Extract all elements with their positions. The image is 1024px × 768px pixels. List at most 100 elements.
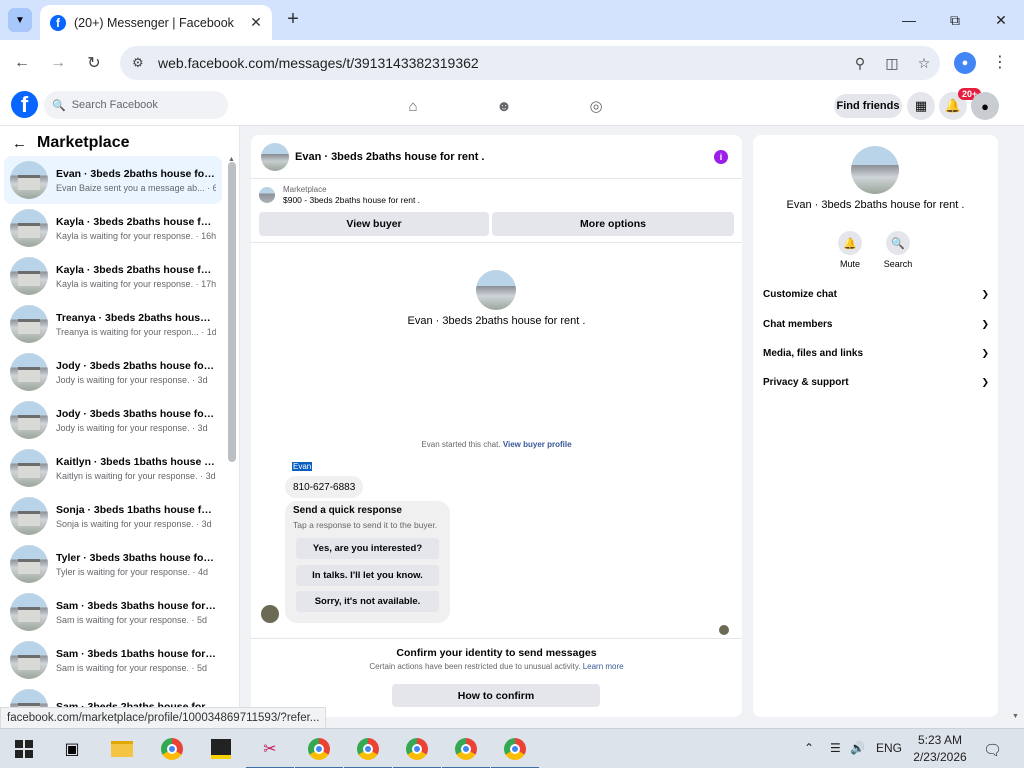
scroll-down-arrow-icon[interactable]: ▼ xyxy=(1012,713,1019,720)
window-close-button[interactable]: ✕ xyxy=(978,0,1024,40)
friends-icon[interactable]: ☻ xyxy=(494,96,514,116)
divider xyxy=(251,638,742,639)
back-arrow-icon[interactable]: ← xyxy=(9,50,35,76)
notifications-icon[interactable]: 🗨 xyxy=(983,741,1002,759)
language-indicator[interactable]: ENG xyxy=(876,741,902,755)
chrome-icon[interactable] xyxy=(491,735,539,768)
conversation-name: Kaitlyn · 3beds 1baths house fo... xyxy=(56,455,216,468)
search-action[interactable]: 🔍 Search xyxy=(878,231,918,269)
conversation-item[interactable]: Kayla · 3beds 2baths house for ... Kayla … xyxy=(4,204,222,252)
conversation-list: Evan · 3beds 2baths house for r... Evan B… xyxy=(4,156,222,728)
quick-response-button[interactable]: Sorry, it's not available. xyxy=(296,591,439,612)
conversation-item[interactable]: Jody · 3beds 3baths house for r... Jody i… xyxy=(4,396,222,444)
clock-date: 2/23/2026 xyxy=(913,750,967,764)
confirm-identity-title: Confirm your identity to send messages xyxy=(396,647,597,659)
sidebar-scrollbar[interactable] xyxy=(228,162,236,462)
chat-center-name: Evan · 3beds 2baths house for rent . xyxy=(407,315,586,327)
tab-title: (20+) Messenger | Facebook xyxy=(74,15,234,30)
conversation-item[interactable]: Kaitlyn · 3beds 1baths house fo... Kaitly… xyxy=(4,444,222,492)
windows-start-icon[interactable] xyxy=(10,735,38,763)
groups-icon[interactable]: ◎ xyxy=(586,96,606,116)
forward-arrow-icon[interactable]: → xyxy=(45,50,71,76)
url-text[interactable]: web.facebook.com/messages/t/391314338231… xyxy=(158,55,844,71)
conversation-avatar xyxy=(10,161,48,199)
conversation-item[interactable]: Jody · 3beds 2baths house for r... Jody i… xyxy=(4,348,222,396)
bookmark-star-icon[interactable]: ☆ xyxy=(908,55,940,72)
chat-title[interactable]: Evan · 3beds 2baths house for rent . xyxy=(295,151,714,163)
learn-more-link[interactable]: Learn more xyxy=(583,662,624,671)
divider xyxy=(251,242,742,243)
system-clock[interactable]: 5:23 AM 2/23/2026 xyxy=(900,732,980,766)
view-buyer-button[interactable]: View buyer xyxy=(259,212,489,236)
chrome-icon[interactable] xyxy=(344,735,392,768)
more-options-button[interactable]: More options xyxy=(492,212,734,236)
snipping-tool-icon[interactable]: ✂ xyxy=(246,735,294,768)
conversation-name: Tyler · 3beds 3baths house for ... xyxy=(56,551,216,564)
quick-response-button[interactable]: In talks. I'll let you know. xyxy=(296,565,439,586)
minimize-button[interactable]: — xyxy=(886,0,932,40)
conversation-item[interactable]: Treanya · 3beds 2baths house f... Treanya… xyxy=(4,300,222,348)
browser-tab[interactable]: f (20+) Messenger | Facebook ✕ xyxy=(40,5,272,40)
menu-label: Media, files and links xyxy=(763,347,864,359)
restore-button[interactable]: ⧉ xyxy=(932,0,978,40)
conversation-item[interactable]: Sam · 3beds 3baths house for r... Sam is … xyxy=(4,588,222,636)
chrome-icon[interactable] xyxy=(295,735,343,768)
find-friends-button[interactable]: Find friends xyxy=(834,94,902,118)
sender-name: Evan xyxy=(292,462,313,471)
mute-action[interactable]: 🔔 Mute xyxy=(830,231,870,269)
task-view-icon[interactable]: ▣ xyxy=(58,735,86,763)
install-app-icon[interactable]: ◫ xyxy=(876,55,908,72)
file-explorer-icon[interactable] xyxy=(108,735,136,763)
quick-response-button[interactable]: Yes, are you interested? xyxy=(296,538,439,559)
profile-avatar-icon[interactable]: ● xyxy=(954,52,976,74)
wifi-icon[interactable]: ☰ xyxy=(830,741,841,755)
account-avatar-icon[interactable]: ● xyxy=(971,92,999,120)
sticky-notes-icon[interactable] xyxy=(207,735,235,763)
chrome-icon[interactable] xyxy=(442,735,490,768)
info-icon[interactable]: i xyxy=(714,149,728,164)
view-buyer-profile-link[interactable]: View buyer profile xyxy=(503,440,572,449)
chrome-icon[interactable] xyxy=(158,735,186,763)
home-icon[interactable]: ⌂ xyxy=(403,96,423,116)
customize-chat-item[interactable]: Customize chat ❯ xyxy=(763,283,989,305)
volume-icon[interactable]: 🔊 xyxy=(850,741,865,755)
chat-info-panel: Evan · 3beds 2baths house for rent . 🔔 M… xyxy=(753,135,998,717)
chat-members-item[interactable]: Chat members ❯ xyxy=(763,313,989,335)
new-tab-button[interactable]: + xyxy=(282,8,304,30)
conversation-avatar xyxy=(10,305,48,343)
back-arrow-icon[interactable]: ← xyxy=(12,135,27,152)
facebook-search-input[interactable] xyxy=(71,99,222,111)
conversation-item[interactable]: Tyler · 3beds 3baths house for ... Tyler … xyxy=(4,540,222,588)
zoom-icon[interactable]: ⚲ xyxy=(844,55,876,72)
chat-started-text: Evan started this chat. xyxy=(421,440,501,449)
chrome-icon[interactable] xyxy=(393,735,441,768)
reload-icon[interactable]: ↻ xyxy=(81,50,107,76)
show-hidden-icons-icon[interactable]: ⌃ xyxy=(804,741,814,755)
menu-label: Customize chat xyxy=(763,288,837,300)
conversation-item[interactable]: Evan · 3beds 2baths house for r... Evan B… xyxy=(4,156,222,204)
how-to-confirm-button[interactable]: How to confirm xyxy=(392,684,600,707)
conversation-name: Sam · 3beds 3baths house for r... xyxy=(56,599,216,612)
conversation-preview: Jody is waiting for your response. · 3d xyxy=(56,422,208,433)
conversation-item[interactable]: Sam · 3beds 1baths house for r... Sam is … xyxy=(4,636,222,684)
chevron-down-icon: ❯ xyxy=(981,347,989,358)
privacy-support-item[interactable]: Privacy & support ❯ xyxy=(763,371,989,393)
chat-avatar[interactable] xyxy=(261,142,289,171)
tab-close-icon[interactable]: ✕ xyxy=(246,14,266,31)
media-files-links-item[interactable]: Media, files and links ❯ xyxy=(763,342,989,364)
tab-search-button[interactable]: ▼ xyxy=(8,8,32,32)
conversation-item[interactable]: Sonja · 3beds 1baths house for ... Sonja … xyxy=(4,492,222,540)
conversation-preview: Kayla is waiting for your response. · 17… xyxy=(56,278,216,289)
facebook-logo-icon[interactable]: f xyxy=(11,91,38,118)
conversation-sidebar: ← Marketplace ▲ Evan · 3beds 2baths hous… xyxy=(0,126,240,728)
conversation-preview: Kayla is waiting for your response. · 16… xyxy=(56,230,216,241)
conversation-item[interactable]: Kayla · 3beds 2baths house for ... Kayla … xyxy=(4,252,222,300)
facebook-search[interactable]: 🔍 xyxy=(44,91,228,119)
site-info-icon[interactable]: ⚙ xyxy=(132,55,152,71)
address-bar[interactable]: ⚙ web.facebook.com/messages/t/3913143382… xyxy=(120,46,940,80)
search-icon: 🔍 xyxy=(52,99,66,112)
mute-label: Mute xyxy=(839,259,860,269)
listing-summary[interactable]: Marketplace $900 - 3beds 2baths house fo… xyxy=(259,185,420,205)
chrome-menu-icon[interactable]: ⋮ xyxy=(992,52,1008,72)
menu-grid-icon[interactable]: ▦ xyxy=(907,92,935,120)
